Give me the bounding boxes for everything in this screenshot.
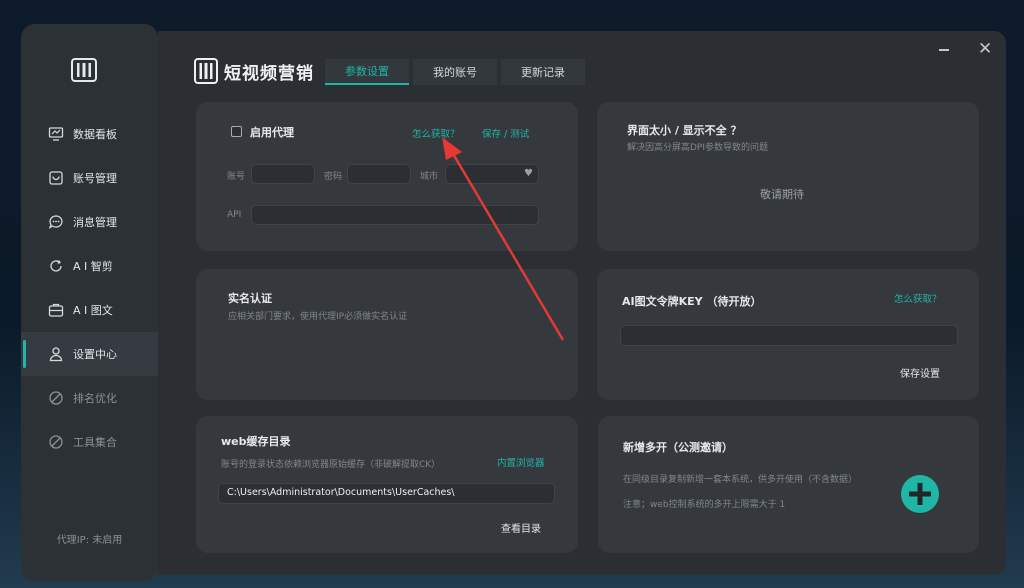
sidebar-item-settings[interactable]: 设置中心	[21, 332, 158, 376]
ai-clip-icon	[48, 258, 64, 274]
password-label: 密码	[324, 172, 343, 182]
tab-bar: 参数设置 我的账号 更新记录	[325, 59, 585, 85]
how-to-get-proxy-link[interactable]: 怎么获取？	[412, 126, 460, 140]
realname-card: 实名认证 应相关部门要求，使用代理IP必须做实名认证	[196, 269, 578, 400]
sidebar-item-label: A I 图文	[73, 304, 113, 317]
disabled-icon	[48, 434, 64, 450]
multi-open-card: 新增多开（公测邀请） 在同级目录复制新增一套本系统，供多开使用（不含数据） 注意…	[598, 416, 979, 553]
multi-open-note: 注意；web控制系统的多开上限需大于 1	[623, 500, 786, 510]
minimize-button[interactable]	[939, 49, 949, 51]
cache-path-input[interactable]: C:\Users\Administrator\Documents\UserCac…	[218, 483, 555, 504]
account-input[interactable]	[251, 164, 315, 184]
proxy-status-text: 代理IP: 未启用	[56, 535, 123, 546]
app-logo-icon	[71, 58, 97, 82]
sidebar-item-ai-image-text[interactable]: A I 图文	[21, 288, 158, 332]
dashboard-icon	[48, 126, 64, 142]
disabled-icon	[48, 390, 64, 406]
sidebar-item-tools[interactable]: 工具集合	[21, 420, 158, 464]
display-card-title: 界面太小 / 显示不全 ？	[627, 124, 742, 137]
ai-key-card: AI图文令牌KEY （待开放） 怎么获取？ 保存设置	[597, 269, 979, 400]
display-size-card: 界面太小 / 显示不全 ？ 解决因高分屏高DPI参数导致的问题 敬请期待	[597, 102, 979, 251]
brand-name: 短视频营销	[224, 63, 314, 84]
settings-user-icon	[48, 346, 64, 362]
main-window: ✕ 短视频营销 参数设置 我的账号 更新记录 启用代理 怎么获取？ 保存 / 测…	[158, 31, 1006, 575]
ai-key-input[interactable]	[620, 325, 958, 346]
builtin-browser-link[interactable]: 内置浏览器	[497, 455, 545, 469]
close-button[interactable]: ✕	[978, 40, 992, 58]
web-cache-card: web缓存目录 账号的登录状态依赖浏览器原始缓存（非破解提取CK） 内置浏览器 …	[196, 416, 578, 553]
web-cache-subtitle: 账号的登录状态依赖浏览器原始缓存（非破解提取CK）	[221, 460, 441, 470]
city-label: 城市	[420, 172, 439, 182]
dropdown-heart-icon: ♥	[524, 168, 533, 179]
brand-logo-icon	[194, 58, 218, 84]
tab-my-accounts[interactable]: 我的账号	[413, 59, 497, 85]
multi-open-desc: 在同级目录复制新增一套本系统，供多开使用（不含数据）	[623, 475, 858, 485]
enable-proxy-checkbox[interactable]	[231, 126, 242, 137]
realname-title: 实名认证	[228, 292, 272, 305]
display-card-subtitle: 解决因高分屏高DPI参数导致的问题	[627, 143, 769, 153]
coming-soon-text: 敬请期待	[760, 188, 804, 201]
api-label: API	[227, 210, 242, 220]
realname-subtitle: 应相关部门要求，使用代理IP必须做实名认证	[228, 312, 408, 322]
password-input[interactable]	[347, 164, 411, 184]
tab-params[interactable]: 参数设置	[325, 59, 409, 85]
sidebar-item-label: 数据看板	[73, 128, 117, 141]
web-cache-title: web缓存目录	[221, 435, 291, 448]
ai-image-text-icon	[48, 302, 64, 318]
save-test-link[interactable]: 保存 / 测试	[482, 126, 529, 140]
sidebar-item-messages[interactable]: 消息管理	[21, 200, 158, 244]
tab-update-log[interactable]: 更新记录	[501, 59, 585, 85]
save-settings-button[interactable]: 保存设置	[900, 365, 940, 380]
sidebar-item-label: A I 智剪	[73, 260, 113, 273]
account-icon	[48, 170, 64, 186]
sidebar-item-label: 设置中心	[73, 348, 117, 361]
sidebar-item-label: 消息管理	[73, 216, 117, 229]
add-instance-button[interactable]	[901, 475, 939, 513]
sidebar-item-label: 账号管理	[73, 172, 117, 185]
view-directory-button[interactable]: 查看目录	[501, 520, 541, 535]
sidebar-item-label: 工具集合	[73, 436, 117, 449]
how-to-get-key-link[interactable]: 怎么获取？	[894, 291, 942, 305]
sidebar-nav: 数据看板 账号管理 消息管理 A I 智剪 A I 图文 设置中心 排名优化 工…	[21, 112, 158, 464]
sidebar-item-ai-clip[interactable]: A I 智剪	[21, 244, 158, 288]
sidebar: 数据看板 账号管理 消息管理 A I 智剪 A I 图文 设置中心 排名优化 工…	[21, 24, 158, 581]
api-input[interactable]	[251, 205, 539, 225]
sidebar-item-label: 排名优化	[73, 392, 117, 405]
message-icon	[48, 214, 64, 230]
brand: 短视频营销	[194, 58, 314, 84]
enable-proxy-label: 启用代理	[250, 126, 294, 139]
account-label: 账号	[227, 172, 246, 182]
sidebar-item-accounts[interactable]: 账号管理	[21, 156, 158, 200]
ai-key-title: AI图文令牌KEY （待开放）	[622, 295, 762, 308]
sidebar-item-ranking[interactable]: 排名优化	[21, 376, 158, 420]
sidebar-item-dashboard[interactable]: 数据看板	[21, 112, 158, 156]
proxy-card: 启用代理 怎么获取？ 保存 / 测试 账号 密码 城市 ♥ API	[196, 102, 578, 251]
multi-open-title: 新增多开（公测邀请）	[623, 441, 733, 454]
city-select[interactable]: ♥	[445, 164, 539, 184]
